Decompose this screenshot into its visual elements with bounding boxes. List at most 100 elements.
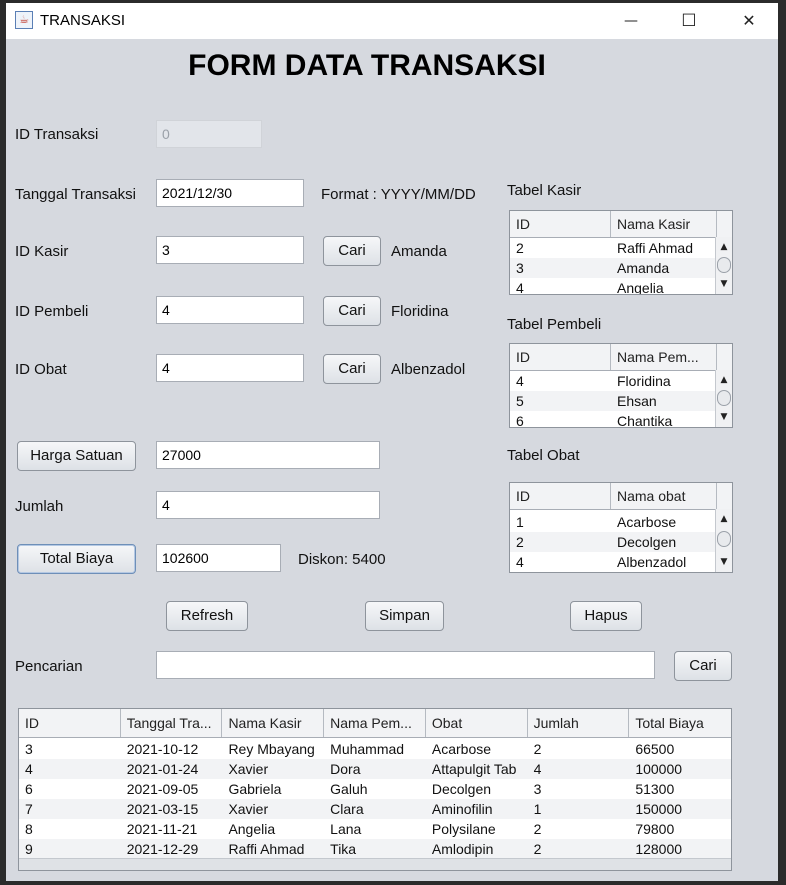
cell: 1 bbox=[533, 801, 542, 817]
cell: Gabriela bbox=[228, 781, 282, 797]
scroll-up-arrow-icon[interactable]: ▲ bbox=[716, 512, 732, 526]
cell: 2 bbox=[516, 534, 524, 550]
id-obat-label: ID Obat bbox=[15, 361, 67, 378]
tabel-transaksi[interactable]: ID Tanggal Tra... Nama Kasir Nama Pem...… bbox=[18, 708, 732, 871]
total-biaya-button[interactable]: Total Biaya bbox=[17, 544, 136, 574]
column-header[interactable]: ID bbox=[510, 211, 611, 237]
cell: 2021-01-24 bbox=[126, 761, 199, 777]
cell: Tika bbox=[330, 841, 357, 857]
cell: 2021-10-12 bbox=[126, 741, 199, 757]
cell: 3 bbox=[25, 741, 33, 757]
column-header[interactable]: Nama Kasir bbox=[222, 709, 325, 737]
column-header[interactable]: Jumlah bbox=[528, 709, 630, 737]
vertical-scrollbar[interactable]: ▲ ▼ bbox=[715, 509, 732, 572]
table-row[interactable]: 9 2021-12-29 Raffi Ahmad Tika Amlodipin 2 1280… bbox=[19, 839, 731, 859]
vertical-scrollbar[interactable]: ▲ ▼ bbox=[715, 237, 732, 294]
table-row[interactable]: 2 Raffi Ahmad bbox=[510, 238, 732, 258]
column-header[interactable]: Total Biaya bbox=[629, 709, 731, 737]
table-header: ID Nama Pem... bbox=[510, 344, 732, 371]
table-row[interactable]: 5 Ehsan bbox=[510, 391, 732, 411]
close-button[interactable]: ✕ bbox=[720, 3, 778, 39]
column-header[interactable]: Tanggal Tra... bbox=[121, 709, 223, 737]
cari-kasir-button[interactable]: Cari bbox=[323, 236, 381, 266]
cell: Raffi Ahmad bbox=[617, 240, 694, 256]
vertical-scrollbar[interactable]: ▲ ▼ bbox=[715, 370, 732, 427]
total-biaya-field[interactable]: 102600 bbox=[156, 544, 281, 572]
kasir-result: Amanda bbox=[391, 243, 447, 260]
id-obat-field[interactable]: 4 bbox=[156, 354, 304, 382]
maximize-button[interactable]: ☐ bbox=[660, 3, 718, 39]
cari-search-button[interactable]: Cari bbox=[674, 651, 732, 681]
cell: 5 bbox=[516, 393, 524, 409]
table-row[interactable]: 7 2021-03-15 Xavier Clara Aminofilin 1 150000 bbox=[19, 799, 731, 819]
table-row[interactable]: 2 Decolgen bbox=[510, 532, 732, 552]
harga-satuan-field[interactable]: 27000 bbox=[156, 441, 380, 469]
cell: Angelia bbox=[617, 280, 664, 295]
cell: 4 bbox=[25, 761, 33, 777]
table-empty-area bbox=[19, 858, 731, 870]
cell: 6 bbox=[516, 413, 524, 428]
table-row[interactable]: 6 Chantika bbox=[510, 411, 732, 428]
table-row[interactable]: 3 2021-10-12 Rey Mbayang Muhammad Acarbose 2 6… bbox=[19, 739, 731, 759]
cell: Ehsan bbox=[617, 393, 657, 409]
cell: Decolgen bbox=[617, 534, 677, 550]
column-header[interactable]: Obat bbox=[426, 709, 528, 737]
table-row[interactable]: 3 Amanda bbox=[510, 258, 732, 278]
jumlah-label: Jumlah bbox=[15, 498, 64, 515]
column-header[interactable]: ID bbox=[510, 483, 611, 509]
scroll-down-arrow-icon[interactable]: ▼ bbox=[716, 277, 732, 291]
tanggal-format-hint: Format : YYYY/MM/DD bbox=[321, 186, 476, 203]
tabel-kasir[interactable]: ID Nama Kasir 2 Raffi Ahmad 3 Amanda 4 Ange… bbox=[509, 210, 733, 295]
tabel-pembeli[interactable]: ID Nama Pem... 4 Floridina 5 Ehsan 6 Chanti… bbox=[509, 343, 733, 428]
table-row[interactable]: 1 Acarbose bbox=[510, 512, 732, 532]
scroll-thumb[interactable] bbox=[717, 390, 731, 406]
table-row[interactable]: 4 Floridina bbox=[510, 371, 732, 391]
cell: Raffi Ahmad bbox=[228, 841, 305, 857]
scroll-thumb[interactable] bbox=[717, 257, 731, 273]
column-header[interactable]: Nama obat bbox=[611, 483, 717, 509]
id-kasir-field[interactable]: 3 bbox=[156, 236, 304, 264]
scroll-down-arrow-icon[interactable]: ▼ bbox=[716, 555, 732, 569]
cell: 2021-09-05 bbox=[126, 781, 199, 797]
hapus-button[interactable]: Hapus bbox=[570, 601, 642, 631]
harga-satuan-button[interactable]: Harga Satuan bbox=[17, 441, 136, 471]
tabel-kasir-title: Tabel Kasir bbox=[507, 182, 582, 199]
cell: 2021-11-21 bbox=[126, 821, 198, 837]
tabel-obat[interactable]: ID Nama obat 1 Acarbose 2 Decolgen 4 Albenz… bbox=[509, 482, 733, 573]
cari-obat-button[interactable]: Cari bbox=[323, 354, 381, 384]
simpan-button[interactable]: Simpan bbox=[365, 601, 444, 631]
table-row[interactable]: 4 2021-01-24 Xavier Dora Attapulgit Tab 4 1000… bbox=[19, 759, 731, 779]
search-input[interactable] bbox=[156, 651, 655, 679]
minimize-button[interactable]: — bbox=[602, 3, 660, 39]
cell: 1 bbox=[516, 514, 524, 530]
tabel-obat-title: Tabel Obat bbox=[507, 447, 580, 464]
cell: 4 bbox=[516, 280, 524, 295]
cell: Clara bbox=[330, 801, 364, 817]
column-header[interactable]: Nama Pem... bbox=[324, 709, 426, 737]
cari-pembeli-button[interactable]: Cari bbox=[323, 296, 381, 326]
scroll-up-arrow-icon[interactable]: ▲ bbox=[716, 373, 732, 387]
tanggal-field[interactable]: 2021/12/30 bbox=[156, 179, 304, 207]
scroll-down-arrow-icon[interactable]: ▼ bbox=[716, 410, 732, 424]
id-pembeli-label: ID Pembeli bbox=[15, 303, 89, 320]
id-pembeli-field[interactable]: 4 bbox=[156, 296, 304, 324]
cell: Angelia bbox=[228, 821, 276, 837]
refresh-button[interactable]: Refresh bbox=[166, 601, 248, 631]
column-header[interactable]: ID bbox=[510, 344, 611, 370]
cell: Rey Mbayang bbox=[228, 741, 315, 757]
table-row[interactable]: 4 Angelia bbox=[510, 278, 732, 295]
pembeli-result: Floridina bbox=[391, 303, 449, 320]
column-header[interactable]: ID bbox=[19, 709, 121, 737]
scroll-up-arrow-icon[interactable]: ▲ bbox=[716, 240, 732, 254]
table-row[interactable]: 6 2021-09-05 Gabriela Galuh Decolgen 3 51300 bbox=[19, 779, 731, 799]
scroll-thumb[interactable] bbox=[717, 531, 731, 547]
pencarian-label: Pencarian bbox=[15, 658, 83, 675]
table-row[interactable]: 8 2021-11-21 Angelia Lana Polysilane 2 79800 bbox=[19, 819, 731, 839]
table-row[interactable]: 4 Albenzadol bbox=[510, 552, 732, 572]
cell: 3 bbox=[533, 781, 542, 797]
obat-result: Albenzadol bbox=[391, 361, 466, 378]
column-header[interactable]: Nama Kasir bbox=[611, 211, 717, 237]
id-transaksi-label: ID Transaksi bbox=[15, 126, 99, 143]
jumlah-field[interactable]: 4 bbox=[156, 491, 380, 519]
column-header[interactable]: Nama Pem... bbox=[611, 344, 717, 370]
